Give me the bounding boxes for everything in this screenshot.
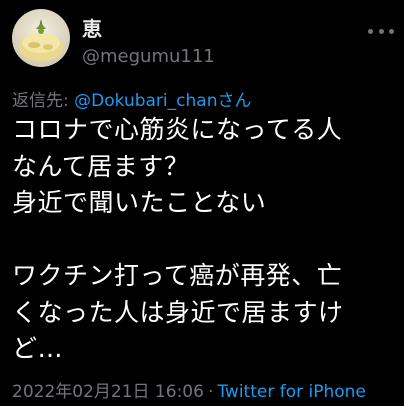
dot (368, 28, 373, 34)
dot (389, 28, 394, 34)
tweet-card: 恵 @megumu111 返信先: @Dokubari_chanさん コロナで心… (0, 0, 404, 406)
avatar[interactable] (12, 9, 70, 67)
author-name[interactable]: 恵 (82, 13, 102, 42)
dot (378, 28, 384, 34)
avatar-image (12, 9, 70, 67)
meta-separator: · (207, 382, 214, 402)
reply-suffix: さん (217, 91, 252, 111)
timestamp[interactable]: 2022年02月21日 16:06 (12, 382, 204, 402)
reply-to-handle-link[interactable]: @Dokubari_chan (74, 91, 217, 111)
author-handle[interactable]: @megumu111 (82, 46, 215, 67)
tweet-text: コロナで心筋炎になってる人 なんて居ます？ 身近で聞いたことない ワクチン打って… (12, 115, 344, 363)
more-dots-icon[interactable] (368, 22, 394, 40)
source-link[interactable]: Twitter for iPhone (217, 382, 366, 402)
reply-context: 返信先: @Dokubari_chanさん (12, 86, 251, 111)
reply-prefix: 返信先: (12, 91, 75, 111)
tweet-meta: 2022年02月21日 16:06 · Twitter for iPhone (12, 377, 366, 402)
